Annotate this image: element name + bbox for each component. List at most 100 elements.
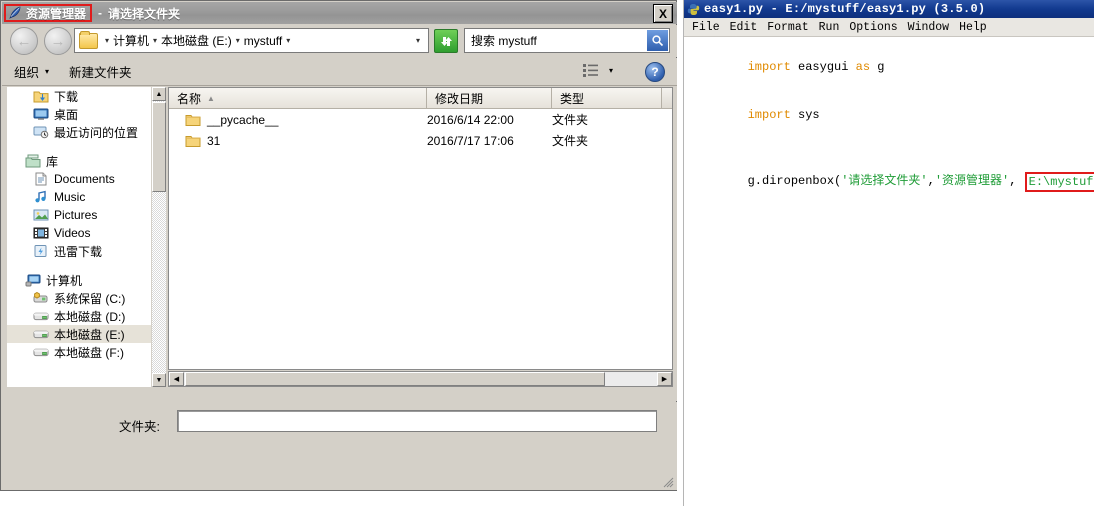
forward-button[interactable]: → (44, 27, 72, 55)
column-header-label: 类型 (560, 91, 585, 106)
tree-item-label: 系统保留 (C:) (54, 291, 126, 306)
menu-item-help[interactable]: Help (959, 21, 987, 34)
menu-item-run[interactable]: Run (819, 21, 840, 34)
module-sys: sys (790, 108, 820, 122)
tree-item-计算机[interactable]: 计算机 (7, 271, 151, 289)
explorer-dialog: 资源管理器 - 请选择文件夹 X ← → ▾ 计算机 ▾ 本地磁盘 (E:) ▾… (0, 0, 677, 491)
close-icon[interactable]: X (653, 4, 673, 23)
cell-type: 文件夹 (552, 134, 589, 148)
explorer-footer: 文件夹: 选择文件夹 取消 (2, 402, 677, 490)
system-drive-icon (33, 291, 49, 305)
breadcrumb-computer[interactable]: 计算机 (113, 32, 149, 49)
module-easygui: easygui (790, 60, 856, 74)
tree-item-本地磁盘 (F:)[interactable]: 本地磁盘 (F:) (7, 343, 151, 361)
tree-item-Videos[interactable]: Videos (7, 224, 151, 242)
tree-item-桌面[interactable]: 桌面 (7, 105, 151, 123)
tree-item-最近访问的位置[interactable]: 最近访问的位置 (7, 123, 151, 141)
navigation-tree: 下载 桌面 最近访问的位置库 Documents Music Pictures Videos… (7, 87, 151, 387)
organize-button[interactable]: 组织 (14, 62, 39, 81)
menu-item-options[interactable]: Options (849, 21, 897, 34)
scroll-left-icon[interactable]: ◀ (169, 372, 184, 386)
feather-icon (8, 6, 22, 20)
refresh-icon[interactable] (434, 29, 458, 53)
view-options-button[interactable]: ▾ (582, 63, 613, 77)
column-header-类型[interactable]: 类型 (552, 88, 662, 108)
scroll-right-icon[interactable]: ▶ (657, 372, 672, 386)
thunder-download-icon (33, 244, 49, 258)
explorer-subtitle: 请选择文件夹 (108, 6, 181, 21)
scroll-up-icon[interactable]: ▲ (152, 87, 166, 101)
crumb-arrow-0: ▾ (105, 36, 110, 45)
tree-item-Documents[interactable]: Documents (7, 170, 151, 188)
search-icon[interactable] (647, 30, 668, 51)
table-row[interactable]: 31 2016/7/17 17:06 文件夹 (169, 130, 672, 151)
hscroll-thumb[interactable] (185, 372, 605, 386)
cell-type: 文件夹 (552, 113, 589, 127)
comma-2: , (1009, 174, 1024, 188)
tree-item-Pictures[interactable]: Pictures (7, 206, 151, 224)
tree-item-迅雷下载[interactable]: 迅雷下载 (7, 242, 151, 260)
videos-icon (33, 226, 49, 240)
menu-item-format[interactable]: Format (767, 21, 808, 34)
help-icon[interactable]: ? (645, 62, 665, 82)
idle-code-area[interactable]: import easygui as g import sys g.diropen… (684, 37, 1094, 506)
tree-item-本地磁盘 (D:)[interactable]: 本地磁盘 (D:) (7, 307, 151, 325)
column-header-名称[interactable]: 名称 ▲ (169, 88, 427, 108)
drive-icon (33, 327, 49, 341)
explorer-titlebar: 资源管理器 - 请选择文件夹 X (2, 2, 677, 24)
code-line-4: g.diropenbox('请选择文件夹','资源管理器', E:\mystuf… (690, 155, 1094, 207)
file-name-label: 31 (207, 133, 221, 148)
crumb-arrow-3: ▾ (286, 36, 291, 45)
string-default-path: E:\mystuff (1028, 175, 1094, 189)
tree-item-系统保留 (C:)[interactable]: 系统保留 (C:) (7, 289, 151, 307)
tree-item-本地磁盘 (E:)[interactable]: 本地磁盘 (E:) (7, 325, 151, 343)
explorer-navbar: ← → ▾ 计算机 ▾ 本地磁盘 (E:) ▾ mystuff ▾ ▾ 搜索 m… (2, 25, 677, 57)
pictures-icon (33, 208, 49, 222)
tree-item-下载[interactable]: 下载 (7, 87, 151, 105)
scroll-down-icon[interactable]: ▼ (152, 373, 166, 387)
back-button[interactable]: ← (10, 27, 38, 55)
python-idle-icon (687, 3, 700, 16)
menu-item-edit[interactable]: Edit (730, 21, 758, 34)
folder-input[interactable] (177, 410, 657, 432)
screen: 资源管理器 - 请选择文件夹 X ← → ▾ 计算机 ▾ 本地磁盘 (E:) ▾… (0, 0, 1094, 506)
keyword-import-2: import (747, 108, 791, 122)
tree-item-label: 下载 (54, 89, 79, 104)
crumb-arrow-2: ▾ (235, 36, 240, 45)
breadcrumb-drive[interactable]: 本地磁盘 (E:) (161, 32, 232, 49)
column-header-修改日期[interactable]: 修改日期 (427, 88, 552, 108)
title-highlight-box: 资源管理器 (4, 4, 93, 22)
code-line-1: import easygui as g (690, 43, 1094, 91)
idle-editor-window: easy1.py - E:/mystuff/easy1.py (3.5.0) F… (683, 0, 1094, 506)
view-caret-icon[interactable]: ▾ (609, 66, 613, 75)
table-row[interactable]: __pycache__ 2016/6/14 22:00 文件夹 (169, 109, 672, 130)
menu-item-file[interactable]: File (692, 21, 720, 34)
breadcrumb[interactable]: ▾ 计算机 ▾ 本地磁盘 (E:) ▾ mystuff ▾ ▾ (74, 28, 429, 53)
menu-item-window[interactable]: Window (908, 21, 949, 34)
code-line-2: import sys (690, 91, 1094, 139)
file-list-header: 名称 ▲ 修改日期 类型 (169, 88, 672, 109)
tree-item-label: Documents (54, 172, 115, 186)
new-folder-button[interactable]: 新建文件夹 (69, 62, 132, 81)
column-header-label: 修改日期 (435, 91, 484, 106)
cell-modified-date: 2016/6/14 22:00 (427, 112, 514, 127)
tree-item-库[interactable]: 库 (7, 152, 151, 170)
tree-scrollbar[interactable]: ▲ ▼ (151, 87, 166, 387)
folder-icon (185, 113, 201, 127)
tree-item-Music[interactable]: Music (7, 188, 151, 206)
cell-modified-date: 2016/7/17 17:06 (427, 133, 514, 148)
breadcrumb-mystuff[interactable]: mystuff (244, 34, 282, 48)
organize-caret-icon[interactable]: ▾ (45, 67, 49, 76)
tree-item-label: Music (54, 190, 86, 204)
resize-grip[interactable] (662, 475, 674, 488)
tree-scroll-thumb[interactable] (152, 102, 166, 192)
file-list-hscrollbar[interactable]: ◀ ▶ (168, 371, 673, 387)
idle-title-text: easy1.py - E:/mystuff/easy1.py (3.5.0) (704, 2, 986, 16)
chevron-down-icon[interactable]: ▾ (416, 36, 420, 45)
file-list-rows: __pycache__ 2016/6/14 22:00 文件夹 31 2016/7/17… (169, 109, 672, 151)
folder-field-label: 文件夹: (119, 420, 160, 434)
string-msg: '请选择文件夹' (841, 174, 928, 188)
file-name-label: __pycache__ (207, 112, 279, 127)
search-input[interactable]: 搜索 mystuff (464, 28, 670, 53)
